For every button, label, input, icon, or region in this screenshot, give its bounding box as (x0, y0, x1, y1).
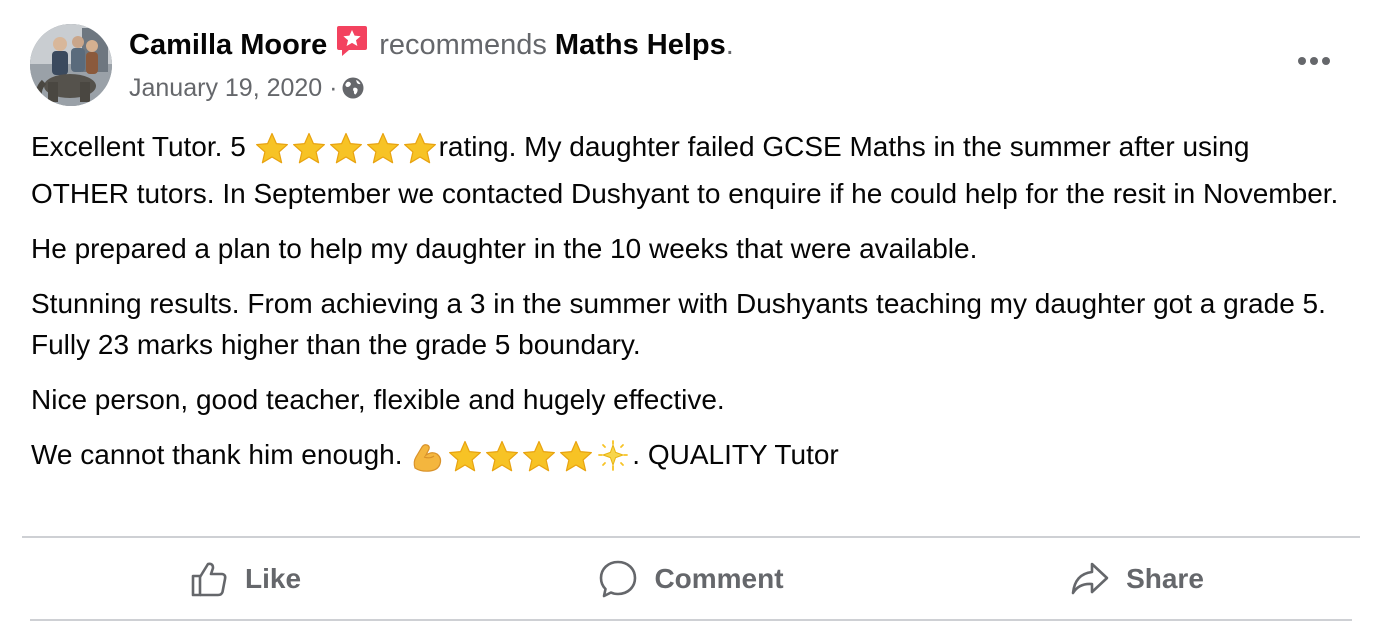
star-emoji-icon (560, 440, 593, 472)
like-label: Like (244, 563, 302, 594)
like-button[interactable]: Like (22, 540, 468, 618)
more-options-button[interactable] (1290, 44, 1338, 78)
post-date[interactable]: January 19, 2020 (129, 74, 322, 102)
star-emoji-icon (486, 440, 519, 472)
post-meta: January 19, 2020 · (129, 70, 365, 110)
rating-stars (254, 132, 439, 173)
paragraph-3: Stunning results. From achieving a 3 in … (31, 288, 1326, 360)
closing-emojis (410, 440, 632, 481)
paragraph-4: Nice person, good teacher, flexible and … (31, 384, 725, 415)
recommends-text: recommends (379, 29, 547, 61)
star-emoji-icon (403, 132, 436, 164)
share-arrow-icon (1071, 562, 1109, 595)
star-emoji-icon (329, 132, 362, 164)
flexed-biceps-emoji-icon (413, 444, 442, 472)
star-emoji-icon (292, 132, 325, 164)
page-suffix: . (725, 29, 734, 61)
post-body: Excellent Tutor. 5 rating. My daughter f… (31, 126, 1351, 495)
comment-label: Comment (654, 563, 784, 594)
paragraph-1: Excellent Tutor. 5 rating. My daughter f… (31, 126, 1351, 214)
star-emoji-icon (523, 440, 556, 472)
paragraph-5-end: . QUALITY Tutor (632, 439, 839, 470)
paragraph-5-start: We cannot thank him enough. (31, 439, 411, 470)
comment-button[interactable]: Comment (468, 540, 914, 618)
meta-separator: · (329, 74, 338, 102)
star-emoji-icon (449, 440, 482, 472)
recommend-badge-icon (335, 24, 369, 69)
globe-icon[interactable] (341, 74, 365, 110)
ellipsis-icon (1298, 57, 1330, 65)
post-card: Camilla Moore recommends Maths Helps. Jan… (0, 0, 1378, 632)
post-actions-bar: Like Comment Share (22, 540, 1360, 618)
paragraph-1-start: Excellent Tutor. 5 (31, 131, 254, 162)
author-avatar[interactable] (30, 24, 112, 106)
actions-divider-bottom (30, 619, 1352, 621)
star-emoji-icon (255, 132, 288, 164)
share-label: Share (1126, 563, 1204, 594)
actions-divider-top (22, 536, 1360, 538)
share-button[interactable]: Share (914, 540, 1360, 618)
paragraph-5: We cannot thank him enough. . QUALITY Tu… (31, 434, 1351, 481)
author-name[interactable]: Camilla Moore (129, 29, 327, 61)
page-name-link[interactable]: Maths Helps (555, 29, 726, 61)
glowing-star-emoji-icon (598, 440, 629, 471)
post-header: Camilla Moore recommends Maths Helps. (129, 24, 734, 69)
thumbs-up-icon (191, 562, 227, 597)
star-emoji-icon (366, 132, 399, 164)
avatar-photo (30, 24, 112, 106)
comment-bubble-icon (600, 560, 637, 598)
paragraph-2: He prepared a plan to help my daughter i… (31, 233, 978, 264)
